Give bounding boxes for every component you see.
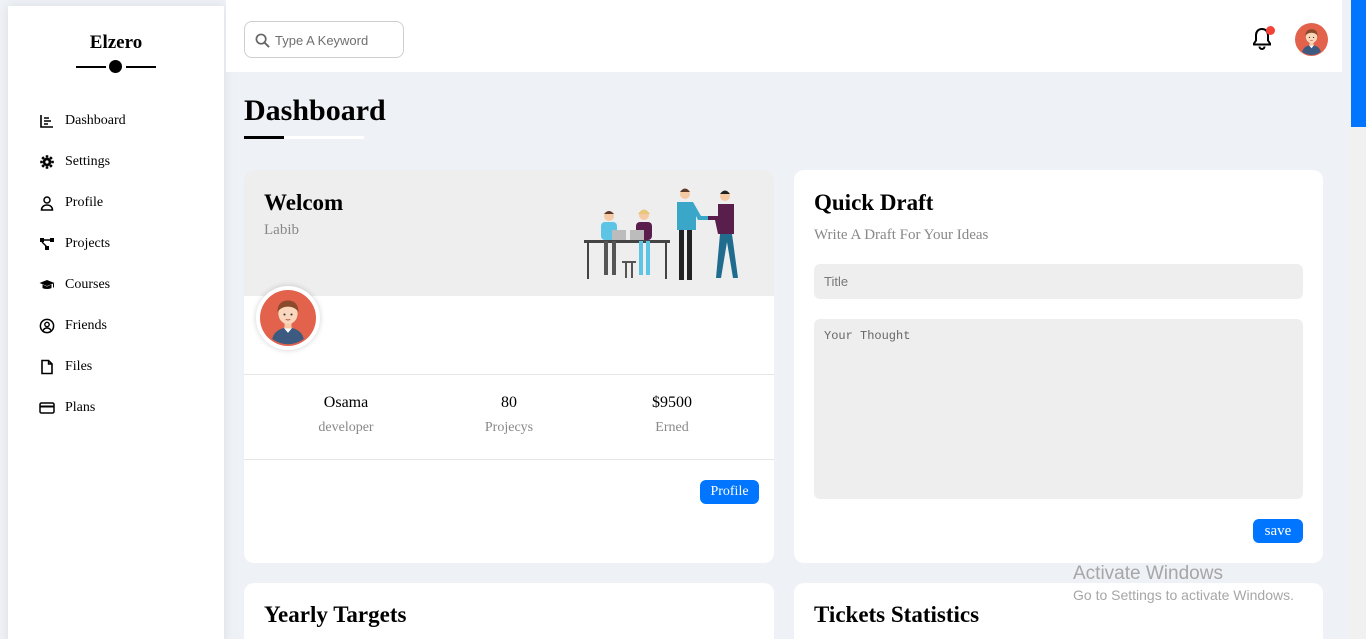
- avatar[interactable]: [1295, 23, 1328, 56]
- stat-earned: $9500 Erned: [602, 394, 742, 436]
- scrollbar-thumb[interactable]: [1351, 0, 1366, 127]
- sidebar-item-profile[interactable]: Profile: [8, 182, 224, 223]
- watermark-line: Go to Settings to activate Windows.: [1073, 587, 1294, 603]
- save-button[interactable]: save: [1253, 519, 1303, 543]
- welcome-card: Welcom Labib Osama developer 80 Projecys…: [244, 170, 774, 563]
- sidebar: Elzero Dashboard Settings Profile Projec…: [8, 6, 224, 639]
- search-icon: [255, 33, 270, 48]
- stat-value: Osama: [323, 394, 369, 411]
- sidebar-item-plans[interactable]: Plans: [8, 387, 224, 428]
- quick-draft-card: Quick Draft Write A Draft For Your Ideas…: [794, 170, 1323, 563]
- top-header: [226, 0, 1342, 72]
- sidebar-item-label: Courses: [65, 276, 111, 292]
- draft-subtitle: Write A Draft For Your Ideas: [814, 227, 989, 243]
- sidebar-item-label: Files: [65, 358, 93, 374]
- sidebar-item-courses[interactable]: Courses: [8, 264, 224, 305]
- welcome-name: Labib: [264, 222, 299, 238]
- user-circle-icon: [38, 317, 55, 334]
- chart-icon: [38, 112, 55, 129]
- stat-value: $9500: [652, 394, 692, 411]
- user-icon: [38, 194, 55, 211]
- diagram-icon: [38, 235, 55, 252]
- sidebar-item-label: Profile: [65, 194, 104, 210]
- yearly-targets-card: Yearly Targets: [244, 583, 774, 639]
- watermark-line: Activate Windows: [1073, 563, 1223, 584]
- sidebar-item-label: Settings: [65, 153, 111, 169]
- file-icon: [38, 358, 55, 375]
- sidebar-item-label: Dashboard: [65, 112, 126, 128]
- sidebar-item-projects[interactable]: Projects: [8, 223, 224, 264]
- sidebar-item-label: Projects: [65, 235, 111, 251]
- sidebar-item-settings[interactable]: Settings: [8, 141, 224, 182]
- page-title: Dashboard: [244, 94, 386, 127]
- sidebar-nav: Dashboard Settings Profile Projects Cour…: [8, 100, 224, 428]
- avatar-image: [260, 290, 316, 346]
- sidebar-item-friends[interactable]: Friends: [8, 305, 224, 346]
- section-title: Yearly Targets: [264, 602, 407, 627]
- stat-label: Erned: [655, 420, 689, 435]
- section-title: Tickets Statistics: [814, 602, 980, 627]
- stat-label: Projecys: [484, 420, 534, 435]
- stat-label: developer: [318, 420, 374, 435]
- sidebar-item-label: Plans: [65, 399, 96, 415]
- draft-thought-textarea[interactable]: [814, 319, 1303, 499]
- welcome-title: Welcom: [264, 190, 344, 215]
- gear-icon: [38, 153, 55, 170]
- brand-title: Elzero: [89, 32, 143, 53]
- sidebar-item-dashboard[interactable]: Dashboard: [8, 100, 224, 141]
- divider: [244, 374, 774, 375]
- graduation-cap-icon: [38, 276, 55, 293]
- activate-windows-watermark: Activate Windows Go to Settings to activ…: [1073, 563, 1294, 603]
- search-box[interactable]: [244, 21, 404, 58]
- title-underline-accent: [244, 136, 284, 139]
- draft-title: Quick Draft: [814, 190, 934, 215]
- welcome-avatar: [256, 286, 320, 350]
- divider: [244, 459, 774, 460]
- sidebar-item-files[interactable]: Files: [8, 346, 224, 387]
- team-illustration: [584, 188, 738, 280]
- stat-projects: 80 Projecys: [439, 394, 579, 436]
- draft-title-input[interactable]: [814, 264, 1303, 299]
- brand-decoration: [76, 60, 156, 74]
- sidebar-item-label: Friends: [65, 317, 107, 333]
- search-input[interactable]: [275, 30, 399, 50]
- profile-button[interactable]: Profile: [700, 480, 759, 504]
- stat-value: 80: [501, 394, 517, 411]
- notification-dot: [1266, 26, 1275, 35]
- credit-card-icon: [38, 399, 55, 416]
- stat-name: Osama developer: [276, 394, 416, 436]
